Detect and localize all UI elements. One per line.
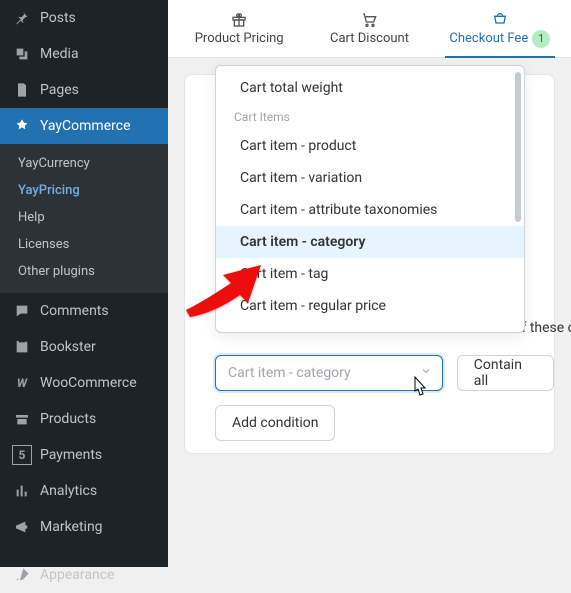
dropdown-group-label: Cart Items: [216, 104, 524, 130]
tabs-bar: Product Pricing Cart Discount Checkout F…: [168, 0, 571, 58]
sidebar-item-bookster[interactable]: Bookster: [0, 329, 168, 365]
calendar-icon: [12, 337, 32, 357]
sidebar-item-label: WooCommerce: [40, 375, 137, 391]
sidebar-item-media[interactable]: Media: [0, 36, 168, 72]
page-icon: [12, 80, 32, 100]
dropdown-item[interactable]: Cart total weight: [216, 72, 524, 104]
media-icon: [12, 44, 32, 64]
sidebar-item-posts[interactable]: Posts: [0, 0, 168, 36]
dropdown-item[interactable]: Cart item - tag: [216, 258, 524, 290]
comment-icon: [12, 301, 32, 321]
tab-badge: 1: [532, 30, 550, 48]
sidebar-item-label: Analytics: [40, 483, 97, 499]
condition-dropdown[interactable]: Cart total weight Cart Items Cart item -…: [215, 65, 525, 333]
tab-label: Checkout Fee: [449, 31, 528, 46]
gift-icon: [231, 11, 247, 29]
sidebar-item-payments[interactable]: 5 Payments: [0, 437, 168, 473]
add-condition-button[interactable]: Add condition: [215, 405, 335, 441]
submenu-yaycurrency[interactable]: YayCurrency: [0, 150, 168, 177]
submenu-help[interactable]: Help: [0, 204, 168, 231]
woo-icon: W: [12, 373, 32, 393]
dropdown-item-selected[interactable]: Cart item - category: [216, 226, 524, 258]
sidebar-item-label: YayCommerce: [40, 118, 131, 134]
contain-all-button[interactable]: Contain all: [457, 355, 554, 391]
sidebar-item-products[interactable]: Products: [0, 401, 168, 437]
submenu-yaypricing[interactable]: YayPricing: [0, 177, 168, 204]
yay-icon: [12, 116, 32, 136]
brush-icon: [12, 565, 32, 585]
dropdown-item[interactable]: Cart item - variation: [216, 162, 524, 194]
sidebar-item-analytics[interactable]: Analytics: [0, 473, 168, 509]
checkout-icon: [492, 10, 508, 28]
sidebar-item-label: Marketing: [40, 519, 103, 535]
tab-label: Cart Discount: [330, 31, 409, 46]
products-icon: [12, 409, 32, 429]
sidebar-item-label: Bookster: [40, 339, 96, 355]
sidebar-item-yaycommerce[interactable]: YayCommerce: [0, 108, 168, 144]
condition-select-value: Cart item - category: [228, 365, 351, 381]
sidebar-item-label: Posts: [40, 10, 76, 26]
sidebar-item-label: Payments: [40, 447, 102, 463]
payments-icon: 5: [12, 445, 32, 465]
tab-product-pricing[interactable]: Product Pricing: [174, 0, 304, 57]
condition-select[interactable]: Cart item - category: [215, 355, 443, 391]
sidebar-item-appearance[interactable]: Appearance: [0, 557, 168, 593]
sidebar-submenu: YayCurrency YayPricing Help Licenses Oth…: [0, 144, 168, 293]
main-area: Product Pricing Cart Discount Checkout F…: [168, 0, 571, 567]
submenu-other[interactable]: Other plugins: [0, 258, 168, 285]
megaphone-icon: [12, 517, 32, 537]
tab-cart-discount[interactable]: Cart Discount: [304, 0, 434, 57]
dropdown-item[interactable]: Cart item - product: [216, 130, 524, 162]
analytics-icon: [12, 481, 32, 501]
scrollbar[interactable]: [515, 72, 521, 222]
settings-card: Cart total weight Cart Items Cart item -…: [184, 74, 555, 454]
sidebar-item-woocommerce[interactable]: W WooCommerce: [0, 365, 168, 401]
tab-label: Product Pricing: [195, 31, 284, 46]
sidebar-item-marketing[interactable]: Marketing: [0, 509, 168, 545]
sidebar-item-comments[interactable]: Comments: [0, 293, 168, 329]
sidebar-item-label: Media: [40, 46, 79, 62]
admin-sidebar: Posts Media Pages YayCommerce YayCurrenc…: [0, 0, 168, 567]
sidebar-item-label: Appearance: [40, 567, 114, 583]
cart-icon: [361, 11, 377, 29]
sidebar-item-label: Pages: [40, 82, 79, 98]
chevron-down-icon: [420, 365, 432, 381]
submenu-licenses[interactable]: Licenses: [0, 231, 168, 258]
sidebar-item-label: Products: [40, 411, 96, 427]
sidebar-item-label: Comments: [40, 303, 109, 319]
pin-icon: [12, 8, 32, 28]
dropdown-item[interactable]: Cart item - regular price: [216, 290, 524, 322]
tab-checkout-fee[interactable]: Checkout Fee 1: [435, 0, 565, 57]
sidebar-item-pages[interactable]: Pages: [0, 72, 168, 108]
dropdown-item[interactable]: Cart item - attribute taxonomies: [216, 194, 524, 226]
